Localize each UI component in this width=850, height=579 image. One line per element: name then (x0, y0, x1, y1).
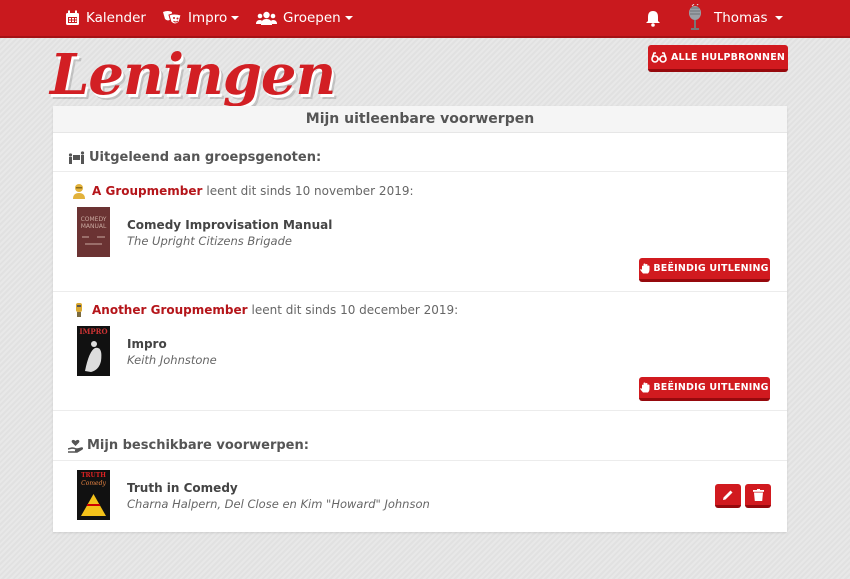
divider (53, 460, 787, 461)
book-title: Comedy Improvisation Manual (127, 218, 333, 232)
member-avatar-icon (73, 184, 85, 199)
divider (53, 410, 787, 411)
lendable-items-card: Mijn uitleenbare voorwerpen Uitgeleend a… (53, 106, 787, 532)
calendar-icon (66, 10, 79, 25)
divider (53, 291, 787, 292)
theater-masks-icon (163, 11, 182, 25)
glasses-icon (651, 51, 667, 63)
loan-line: A Groupmember leent dit sinds 10 novembe… (71, 183, 414, 199)
loan-text: leent dit sinds 10 december 2019: (251, 303, 459, 317)
chevron-down-icon (231, 16, 240, 20)
user-menu[interactable]: Thomas (686, 0, 783, 36)
nav-impro[interactable]: Impro (162, 0, 240, 36)
nav-groepen[interactable]: Groepen (256, 0, 353, 36)
user-name: Thomas (714, 10, 768, 26)
svg-text:TRUTH: TRUTH (81, 472, 106, 479)
all-resources-label: Alle hulpbronnen (670, 51, 786, 63)
nav-groepen-label: Groepen (283, 10, 341, 26)
nav-impro-label: Impro (188, 10, 228, 26)
nav-kalender-label: Kalender (86, 10, 146, 26)
book-author: Keith Johnstone (127, 353, 217, 367)
member-avatar-icon (76, 303, 82, 317)
member-link[interactable]: Another Groupmember (92, 303, 248, 317)
card-header: Mijn uitleenbare voorwerpen (53, 106, 787, 133)
end-loan-button[interactable]: Beëindig uitlening (639, 258, 770, 282)
member-link[interactable]: A Groupmember (92, 184, 202, 198)
users-icon (256, 11, 277, 25)
loan-text: leent dit sinds 10 november 2019: (206, 184, 414, 198)
book-cover-truth-in-comedy: TRUTH Comedy (77, 470, 110, 520)
svg-text:MANUAL: MANUAL (81, 223, 107, 230)
book-title: Truth in Comedy (127, 481, 238, 495)
svg-text:COMEDY: COMEDY (81, 216, 107, 223)
top-navbar: Kalender Impro Groepen Thomas (0, 0, 850, 38)
lent-section-label: Uitgeleend aan groepsgenoten: (89, 150, 322, 165)
svg-text:Comedy: Comedy (81, 480, 106, 487)
svg-text:IMPRO: IMPRO (79, 327, 107, 336)
notifications-button[interactable] (645, 0, 667, 36)
divider (53, 171, 787, 172)
nav-kalender[interactable]: Kalender (65, 0, 146, 36)
lent-section-title: Uitgeleend aan groepsgenoten: (68, 150, 321, 165)
all-resources-button[interactable]: Alle hulpbronnen (648, 45, 788, 72)
delete-item-button[interactable] (745, 484, 771, 508)
chevron-down-icon (774, 16, 783, 20)
hand-holding-heart-icon (68, 439, 83, 453)
end-loan-button[interactable]: Beëindig uitlening (639, 377, 770, 401)
loan-line: Another Groupmember leent dit sinds 10 d… (71, 302, 458, 318)
hand-icon (640, 382, 650, 393)
hand-icon (640, 263, 650, 274)
end-loan-label: Beëindig uitlening (653, 382, 769, 393)
page-title: Leningen (50, 42, 336, 108)
book-author: Charna Halpern, Del Close en Kim "Howard… (127, 497, 430, 511)
trash-icon (752, 488, 764, 501)
people-carry-icon (68, 150, 85, 164)
pencil-icon (723, 490, 733, 500)
chevron-down-icon (344, 16, 353, 20)
book-cover-comedy-manual: COMEDY MANUAL (77, 207, 110, 257)
available-section-label: Mijn beschikbare voorwerpen: (87, 438, 309, 453)
book-cover-impro: IMPRO (77, 326, 110, 376)
end-loan-label: Beëindig uitlening (653, 263, 769, 274)
microphone-avatar (689, 4, 701, 30)
available-section-title: Mijn beschikbare voorwerpen: (68, 438, 309, 453)
bell-icon (646, 10, 660, 27)
edit-item-button[interactable] (715, 484, 741, 508)
book-title: Impro (127, 337, 167, 351)
book-author: The Upright Citizens Brigade (127, 234, 292, 248)
